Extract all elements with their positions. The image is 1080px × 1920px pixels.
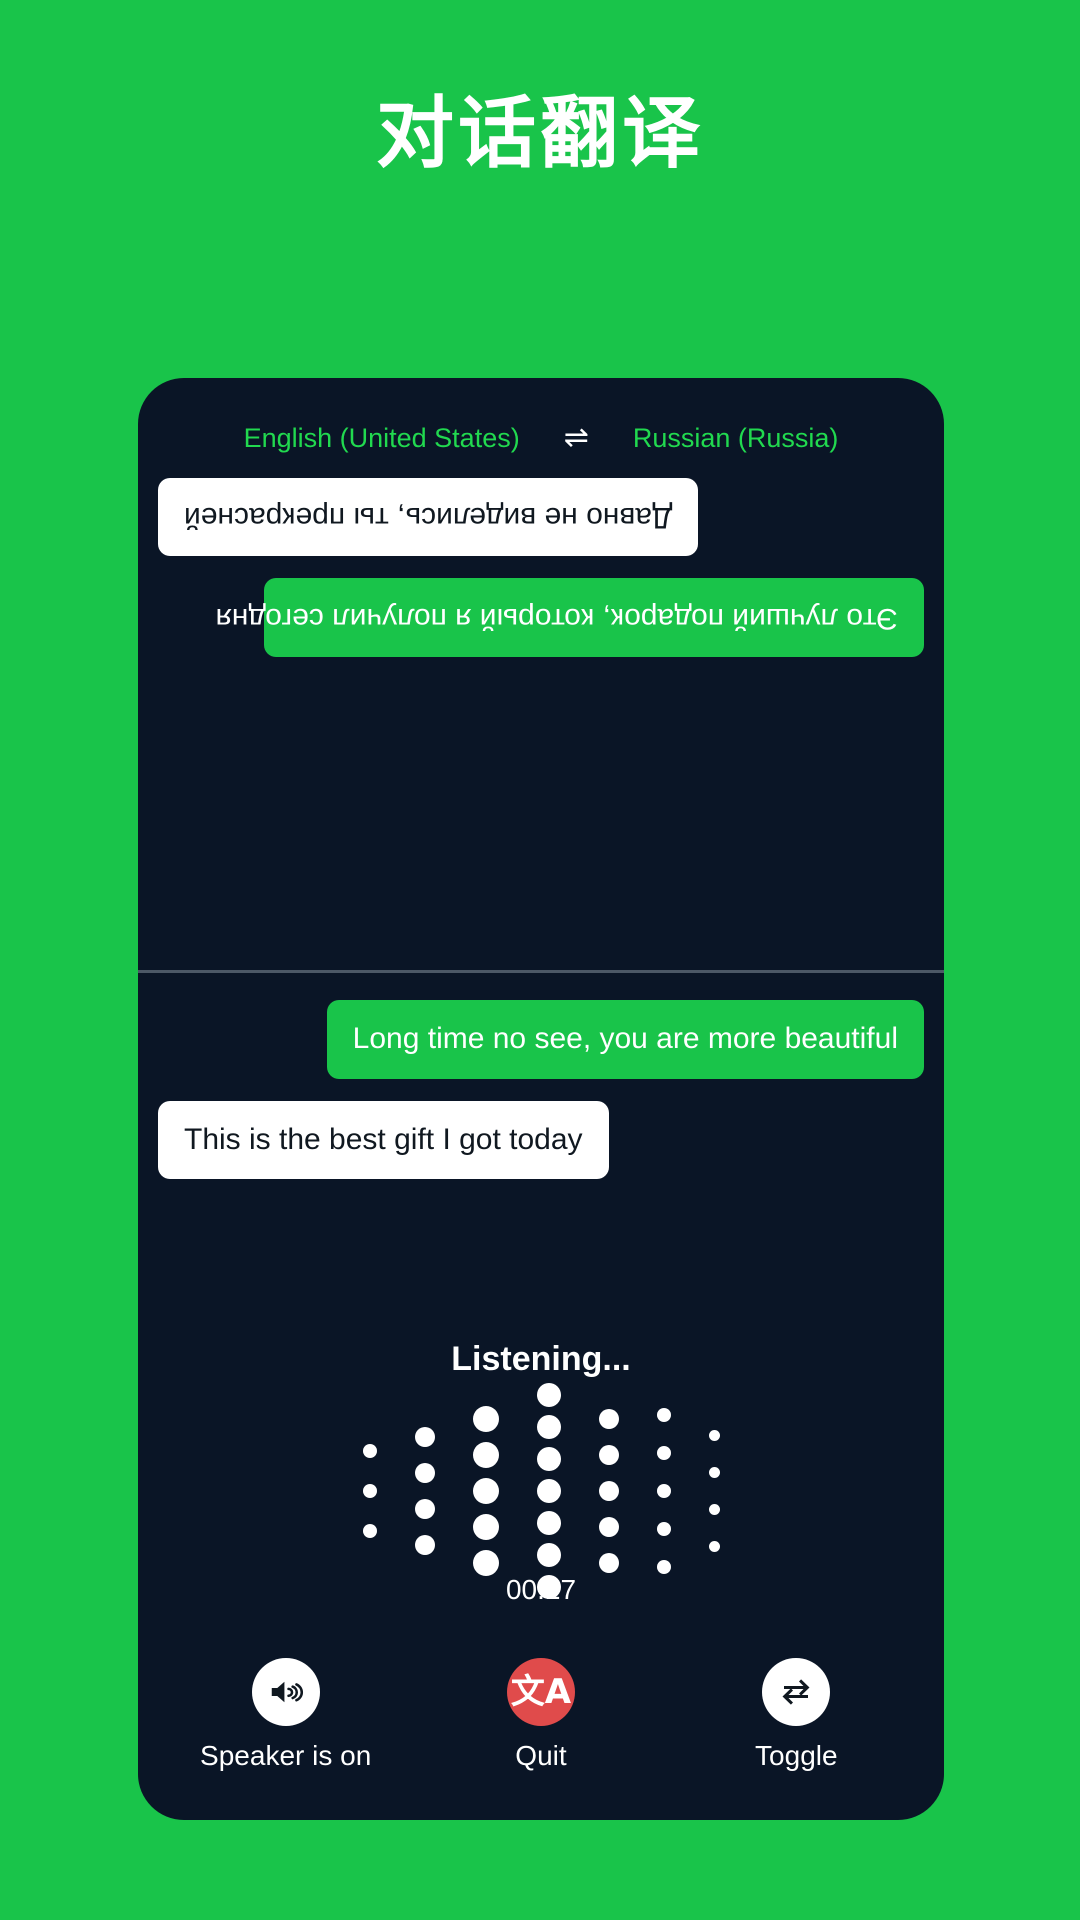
- audio-waveform: [138, 1383, 944, 1599]
- phone-mockup: English (United States) ⇌ Russian (Russi…: [138, 378, 944, 1820]
- waveform-column: [414, 1427, 435, 1555]
- waveform-dot: [362, 1524, 377, 1538]
- language-selector-bar: English (United States) ⇌ Russian (Russi…: [138, 414, 944, 462]
- waveform-column: [472, 1406, 499, 1576]
- message-bubble[interactable]: Это лучший подарок, который я получил се…: [216, 578, 924, 657]
- waveform-column: [598, 1409, 619, 1573]
- speaker-button-label: Speaker is on: [200, 1740, 372, 1771]
- listening-status-label: Listening...: [451, 1340, 631, 1378]
- waveform-dot: [598, 1481, 619, 1501]
- waveform-dot: [362, 1444, 377, 1458]
- toggle-button[interactable]: Toggle: [676, 1658, 916, 1772]
- waveform-dot: [414, 1499, 435, 1519]
- pane-divider: [138, 970, 944, 973]
- waveform-column: [708, 1430, 720, 1552]
- waveform-dot: [472, 1514, 499, 1540]
- source-language-label[interactable]: English (United States): [244, 423, 520, 454]
- target-language-label[interactable]: Russian (Russia): [633, 423, 839, 454]
- quit-button[interactable]: 文A Quit: [421, 1658, 661, 1772]
- waveform-dot: [414, 1535, 435, 1555]
- waveform-dot: [536, 1383, 561, 1407]
- waveform-dot: [536, 1415, 561, 1439]
- waveform-dot: [656, 1408, 671, 1422]
- waveform-column: [362, 1444, 377, 1538]
- waveform-dot: [598, 1553, 619, 1573]
- waveform-dot: [708, 1504, 720, 1515]
- message-bubble[interactable]: This is the best gift I got today: [158, 1100, 609, 1179]
- waveform-dot: [708, 1467, 720, 1478]
- waveform-dot: [708, 1430, 720, 1441]
- waveform-dot: [708, 1541, 720, 1552]
- quit-button-label: Quit: [515, 1740, 567, 1771]
- waveform-dot: [656, 1446, 671, 1460]
- recording-timer: 00:17: [505, 1574, 577, 1605]
- speaker-button[interactable]: Speaker is on: [166, 1658, 406, 1772]
- waveform-dot: [656, 1484, 671, 1498]
- waveform-dot: [414, 1463, 435, 1483]
- waveform-dot: [536, 1511, 561, 1535]
- remote-conversation-pane: Это лучший подарок, который я получил се…: [138, 456, 944, 968]
- toggle-button-label: Toggle: [755, 1740, 838, 1771]
- waveform-dot: [598, 1445, 619, 1465]
- message-bubble[interactable]: Long time no see, you are more beautiful: [326, 1000, 924, 1079]
- toggle-swap-icon[interactable]: [762, 1658, 831, 1726]
- translate-glyph: 文A: [510, 1672, 572, 1712]
- waveform-dot: [598, 1409, 619, 1429]
- bottom-controls: Speaker is on 文A Quit Toggle: [138, 1658, 944, 1772]
- waveform-dot: [536, 1447, 561, 1471]
- speaker-on-icon[interactable]: [251, 1658, 320, 1726]
- waveform-dot: [472, 1406, 499, 1432]
- local-conversation-pane: Long time no see, you are more beautiful…: [138, 978, 944, 1318]
- waveform-dot: [472, 1478, 499, 1504]
- message-bubble[interactable]: Давно не виделись, ты прекрасней: [158, 478, 699, 557]
- waveform-dot: [414, 1427, 435, 1447]
- waveform-dot: [472, 1442, 499, 1468]
- waveform-dot: [656, 1522, 671, 1536]
- waveform-dot: [472, 1550, 499, 1576]
- waveform-column: [656, 1408, 671, 1574]
- waveform-dot: [536, 1543, 561, 1567]
- translate-icon[interactable]: 文A: [506, 1658, 575, 1726]
- waveform-dot: [656, 1560, 671, 1574]
- waveform-dot: [598, 1517, 619, 1537]
- waveform-dot: [536, 1479, 561, 1503]
- swap-languages-icon[interactable]: ⇌: [560, 423, 593, 453]
- page-title: 对话翻译: [375, 89, 704, 179]
- waveform-dot: [362, 1484, 377, 1498]
- waveform-column: [536, 1383, 561, 1599]
- app-root: 对话翻译 English (United States) ⇌ Russian (…: [0, 0, 1080, 1920]
